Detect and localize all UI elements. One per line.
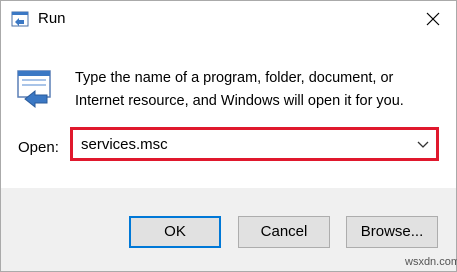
run-dialog: Run Type the name of a program, folder, … bbox=[0, 0, 457, 272]
ok-button[interactable]: OK bbox=[129, 216, 221, 248]
instruction-line-2: Internet resource, and Windows will open… bbox=[75, 93, 404, 109]
close-button[interactable] bbox=[410, 1, 456, 37]
instruction-line-1: Type the name of a program, folder, docu… bbox=[75, 70, 394, 86]
title-bar[interactable]: Run bbox=[1, 1, 456, 37]
open-input[interactable] bbox=[73, 130, 411, 158]
chevron-down-icon[interactable] bbox=[414, 136, 432, 152]
browse-button[interactable]: Browse... bbox=[346, 216, 438, 248]
open-label: Open: bbox=[18, 139, 59, 156]
run-icon bbox=[11, 11, 29, 27]
watermark-text: wsxdn.com bbox=[405, 256, 457, 268]
cancel-button[interactable]: Cancel bbox=[238, 216, 330, 248]
open-combobox[interactable] bbox=[70, 127, 439, 161]
instruction-text: Type the name of a program, folder, docu… bbox=[75, 67, 445, 113]
button-bar: OK Cancel Browse... bbox=[1, 188, 456, 271]
close-icon bbox=[426, 12, 440, 26]
run-program-icon bbox=[17, 70, 51, 109]
window-title: Run bbox=[38, 10, 66, 27]
